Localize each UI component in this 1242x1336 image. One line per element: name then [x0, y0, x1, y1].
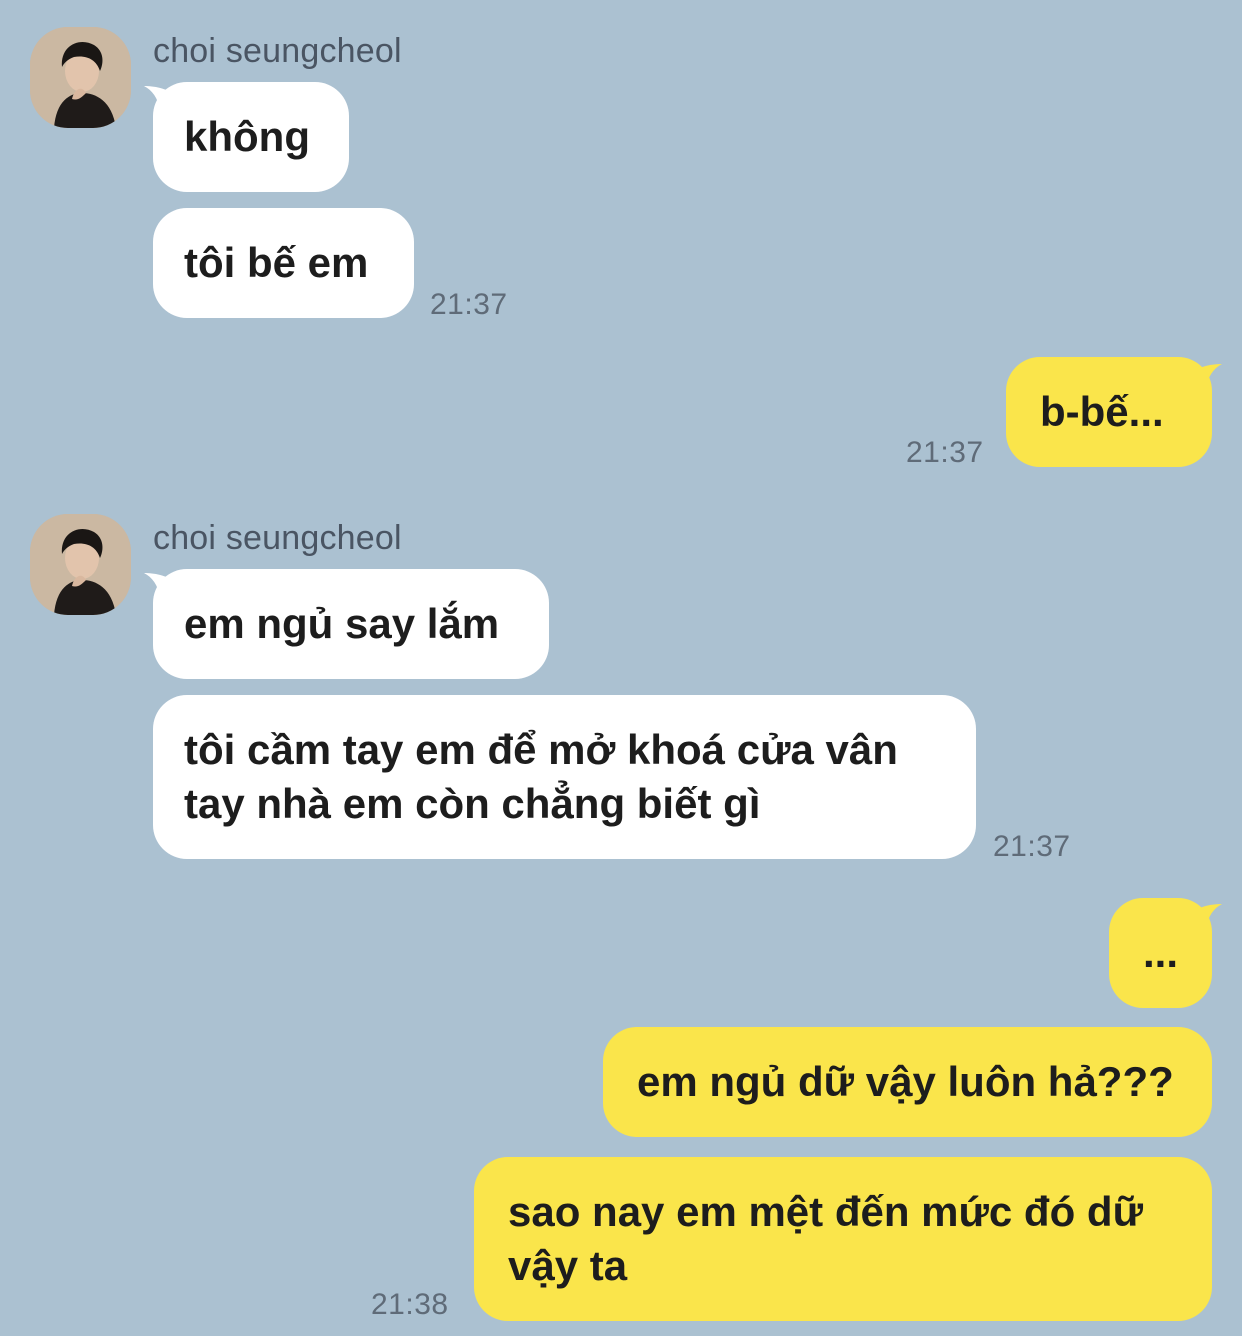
- sender-avatar[interactable]: [30, 27, 131, 128]
- message-text: không: [184, 113, 310, 160]
- message-text: em ngủ dữ vậy luôn hả???: [637, 1058, 1174, 1105]
- message-timestamp: 21:38: [371, 1288, 449, 1321]
- message-bubble[interactable]: em ngủ say lắm: [153, 569, 549, 679]
- message-text: b-bế...: [1040, 388, 1164, 435]
- message-timestamp: 21:37: [993, 830, 1071, 863]
- message-text: em ngủ say lắm: [184, 600, 500, 647]
- sender-name: choi seungcheol: [153, 32, 402, 70]
- message-text-line: tay nhà em còn chẳng biết gì: [184, 780, 761, 827]
- message-bubble[interactable]: tôi bế em: [153, 208, 414, 318]
- sender-name: choi seungcheol: [153, 519, 402, 557]
- message-timestamp: 21:37: [430, 288, 508, 321]
- message-bubble[interactable]: b-bế...: [1006, 357, 1212, 467]
- message-text-line: sao nay em mệt đến mức đó dữ: [508, 1188, 1143, 1235]
- message-text-line: tôi cầm tay em để mở khoá cửa vân: [184, 726, 898, 773]
- message-text: tôi bế em: [184, 239, 369, 286]
- message-bubble[interactable]: không: [153, 82, 349, 192]
- message-bubble[interactable]: sao nay em mệt đến mức đó dữ vậy ta: [474, 1157, 1212, 1321]
- message-timestamp: 21:37: [906, 436, 984, 469]
- message-bubble[interactable]: tôi cầm tay em để mở khoá cửa vân tay nh…: [153, 695, 976, 859]
- message-text-line: vậy ta: [508, 1242, 628, 1289]
- message-text: ...: [1143, 929, 1179, 976]
- message-bubble[interactable]: em ngủ dữ vậy luôn hả???: [603, 1027, 1212, 1137]
- sender-avatar[interactable]: [30, 514, 131, 615]
- message-bubble[interactable]: ...: [1109, 898, 1212, 1008]
